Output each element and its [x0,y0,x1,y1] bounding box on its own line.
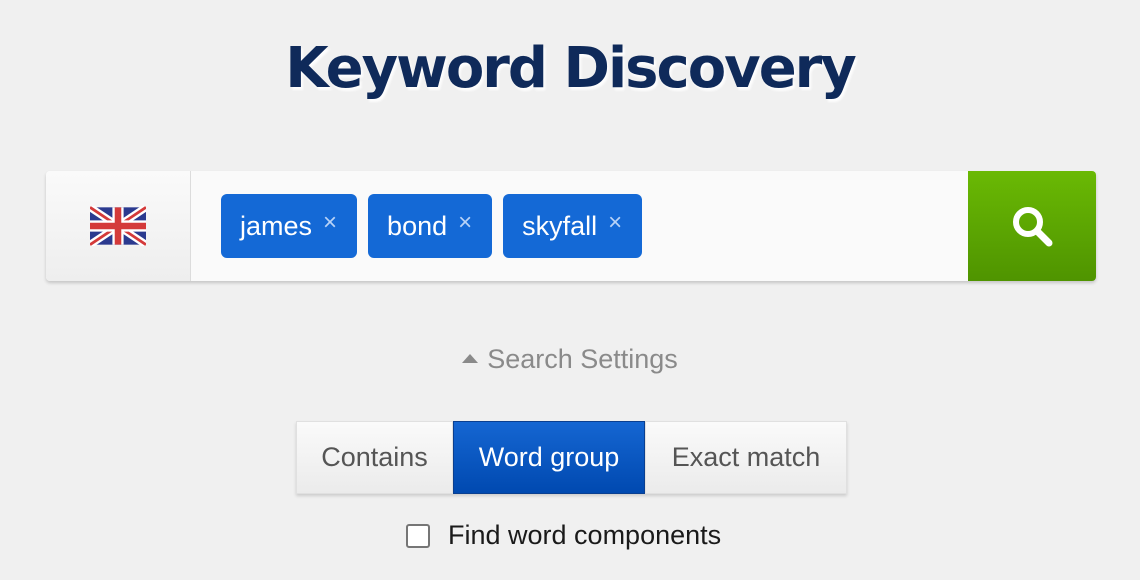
keyword-chip: james × [221,194,358,258]
search-button[interactable] [968,171,1096,281]
find-word-components-label: Find word components [448,520,722,550]
page-title: Keyword Discovery [285,36,857,101]
keyword-chip: skyfall × [503,194,643,258]
match-mode-contains[interactable]: Contains [296,421,453,494]
keyword-chip-label: skyfall [522,210,598,241]
search-settings-label: Search Settings [487,344,678,374]
chip-remove-icon[interactable]: × [323,209,337,237]
find-word-components-option[interactable]: Find word components [406,520,721,551]
search-icon [1013,207,1053,247]
keyword-chip: bond × [368,194,493,258]
uk-flag-icon [90,206,146,246]
match-mode-group: Contains Word group Exact match [296,421,847,494]
match-mode-exact-match[interactable]: Exact match [645,421,847,494]
match-mode-word-group[interactable]: Word group [453,421,645,494]
find-word-components-checkbox[interactable] [406,523,430,548]
search-settings-toggle[interactable]: Search Settings [0,344,1140,375]
keyword-input[interactable]: james × bond × skyfall × [191,171,968,281]
keyword-chip-label: james [240,210,313,241]
country-select-button[interactable] [46,171,191,281]
chip-remove-icon[interactable]: × [458,209,472,237]
search-bar: james × bond × skyfall × [46,171,1096,281]
chip-remove-icon[interactable]: × [608,209,622,237]
keyword-chip-label: bond [387,210,448,241]
caret-up-icon [462,354,479,363]
